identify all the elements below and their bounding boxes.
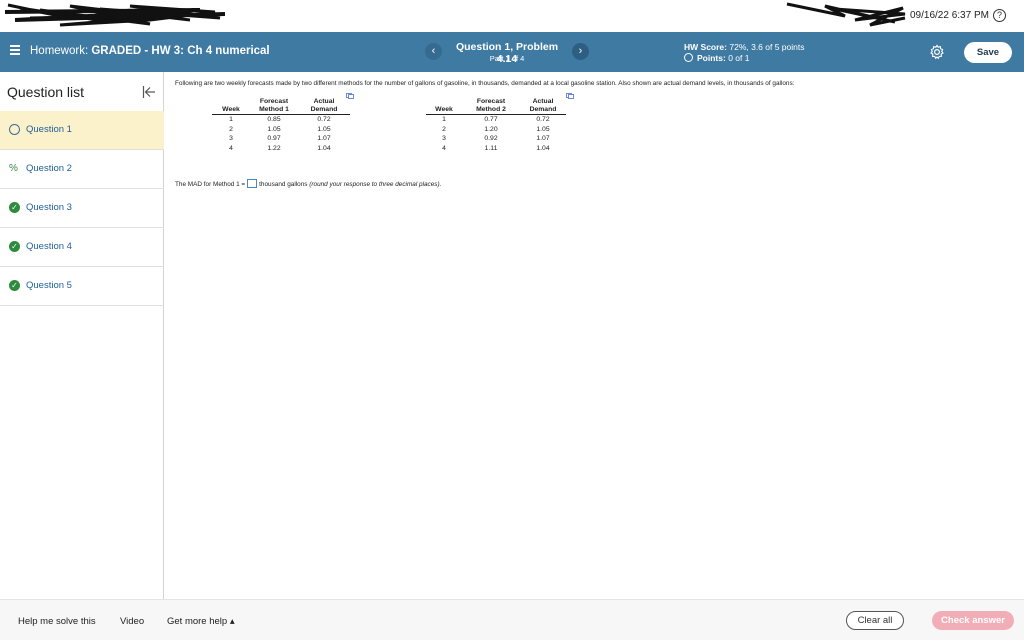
checkmark-icon: ✓ xyxy=(9,241,20,252)
open-circle-icon xyxy=(9,124,20,135)
mad-hint: (round your response to three decimal pl… xyxy=(309,181,442,188)
next-question-button[interactable]: › xyxy=(572,43,589,60)
table-cell: 3 xyxy=(442,135,446,142)
table-cell: 4 xyxy=(229,144,233,152)
sidebar-item-label: Question 4 xyxy=(26,241,72,252)
hw-score: HW Score: 72%, 3.6 of 5 points xyxy=(684,42,805,52)
checkmark-icon: ✓ xyxy=(9,202,20,213)
sidebar-item-question-4[interactable]: ✓ Question 4 xyxy=(0,228,164,267)
datetime: 09/16/22 6:37 PM xyxy=(910,10,989,21)
help-icon[interactable]: ? xyxy=(993,9,1006,22)
checkmark-icon: ✓ xyxy=(9,280,20,291)
table-row: 1 0.77 0.72 xyxy=(426,115,566,125)
mad-suffix: thousand gallons xyxy=(259,181,308,188)
table-cell: 1.20 xyxy=(484,125,498,133)
sidebar-item-label: Question 1 xyxy=(26,124,72,135)
table-cell: 1 xyxy=(442,116,446,123)
table-cell: 1.05 xyxy=(536,125,550,133)
table-row: 3 0.97 1.07 xyxy=(212,134,350,144)
table-header-forecast: Forecast Method 1 xyxy=(250,98,298,115)
table-row: 2 1.20 1.05 xyxy=(426,125,566,135)
mad-answer-input[interactable] xyxy=(247,179,258,188)
table-cell: 0.72 xyxy=(536,116,550,123)
mad-prefix: The MAD for Method 1 = xyxy=(175,181,246,188)
table-cell: 1.22 xyxy=(267,144,281,152)
table-cell: 2 xyxy=(229,125,233,133)
table-header-week: Week xyxy=(426,98,462,115)
points-label: Points: xyxy=(697,53,726,63)
partial-credit-icon: % xyxy=(9,163,18,174)
table-header-week: Week xyxy=(212,98,250,115)
forecast-table-method-1: Week Forecast Method 1 Actual Demand 1 0… xyxy=(212,98,350,153)
sidebar-item-question-3[interactable]: ✓ Question 3 xyxy=(0,189,164,228)
table-cell: 1.04 xyxy=(317,144,331,152)
table-cell: 1.05 xyxy=(317,125,331,133)
table-cell: 0.72 xyxy=(317,116,331,123)
table-row: 3 0.92 1.07 xyxy=(426,134,566,144)
table-cell: 0.85 xyxy=(267,116,281,123)
table-cell: 2 xyxy=(442,125,446,133)
get-more-help-button[interactable]: Get more help ▴ xyxy=(167,616,235,627)
forecast-table-method-2: Week Forecast Method 2 Actual Demand 1 0… xyxy=(426,98,566,153)
problem-prompt: Following are two weekly forecasts made … xyxy=(175,80,795,87)
hw-score-value: 72%, 3.6 of 5 points xyxy=(729,42,805,52)
menu-icon[interactable] xyxy=(10,45,20,55)
homework-title: GRADED - HW 3: Ch 4 numerical xyxy=(91,45,270,57)
table-row: 2 1.05 1.05 xyxy=(212,125,350,135)
previous-question-button[interactable]: ‹ xyxy=(425,43,442,60)
hw-score-label: HW Score: xyxy=(684,42,727,52)
header-bar: Homework: GRADED - HW 3: Ch 4 numerical … xyxy=(0,32,1024,72)
clear-all-button[interactable]: Clear all xyxy=(846,611,904,630)
sidebar-item-question-1[interactable]: Question 1 xyxy=(0,111,164,150)
table-cell: 1 xyxy=(229,116,233,123)
sidebar-item-label: Question 5 xyxy=(26,280,72,291)
question-list-title: Question list xyxy=(7,84,85,100)
footer-bar: Help me solve this Video Get more help ▴… xyxy=(0,599,1024,640)
table-header-actual: Actual Demand xyxy=(520,98,566,115)
table-cell: 4 xyxy=(442,144,446,152)
table-cell: 1.07 xyxy=(317,135,331,142)
table-cell: 0.77 xyxy=(484,116,498,123)
sidebar-item-question-5[interactable]: ✓ Question 5 xyxy=(0,267,164,306)
table-row: 1 0.85 0.72 xyxy=(212,115,350,125)
table-cell: 1.07 xyxy=(536,135,550,142)
sidebar-item-question-2[interactable]: % Question 2 xyxy=(0,150,164,189)
help-me-solve-button[interactable]: Help me solve this xyxy=(18,616,96,627)
table-cell: 0.92 xyxy=(484,135,498,142)
table-cell: 1.11 xyxy=(484,144,498,152)
table-cell: 1.04 xyxy=(536,144,550,152)
copy-table-icon[interactable] xyxy=(566,93,574,99)
table-cell: 1.05 xyxy=(267,125,281,133)
gear-icon[interactable] xyxy=(929,44,945,60)
table-row: 4 1.22 1.04 xyxy=(212,144,350,154)
points: Points: 0 of 1 xyxy=(684,53,749,63)
table-cell: 0.97 xyxy=(267,135,281,142)
table-header-actual: Actual Demand xyxy=(298,98,350,115)
top-strip: 09/16/22 6:37 PM ? xyxy=(0,0,1024,32)
homework-prefix: Homework: xyxy=(30,45,92,57)
table-row: 4 1.11 1.04 xyxy=(426,144,566,154)
redaction-scribble-right xyxy=(786,2,906,27)
problem-content: Following are two weekly forecasts made … xyxy=(170,72,1020,599)
collapse-sidebar-icon[interactable] xyxy=(142,85,156,99)
table-header-forecast: Forecast Method 2 xyxy=(462,98,520,115)
points-status-icon xyxy=(684,53,693,62)
table-cell: 3 xyxy=(229,135,233,142)
redaction-scribble xyxy=(4,3,226,27)
video-button[interactable]: Video xyxy=(120,616,144,627)
save-button[interactable]: Save xyxy=(964,42,1012,63)
mad-question: The MAD for Method 1 = thousand gallons (… xyxy=(175,179,441,188)
question-list-sidebar: Question list Question 1 % Question 2 ✓ … xyxy=(0,72,164,599)
check-answer-button[interactable]: Check answer xyxy=(932,611,1014,630)
points-value: 0 of 1 xyxy=(728,53,750,63)
sidebar-item-label: Question 3 xyxy=(26,202,72,213)
sidebar-item-label: Question 2 xyxy=(26,163,72,174)
homework-heading: Homework: GRADED - HW 3: Ch 4 numerical xyxy=(30,45,270,57)
question-part: Part 1 of 4 xyxy=(489,54,525,63)
